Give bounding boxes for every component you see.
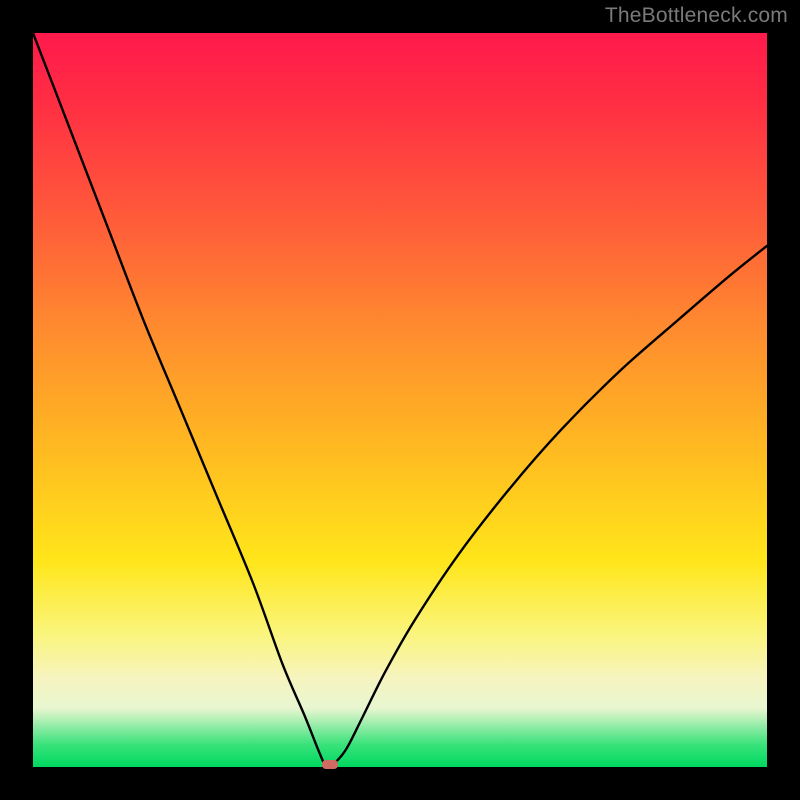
bottleneck-curve — [33, 33, 767, 767]
min-marker — [322, 760, 338, 769]
watermark-text: TheBottleneck.com — [605, 4, 788, 28]
chart-frame: TheBottleneck.com — [0, 0, 800, 800]
plot-area — [33, 33, 767, 767]
